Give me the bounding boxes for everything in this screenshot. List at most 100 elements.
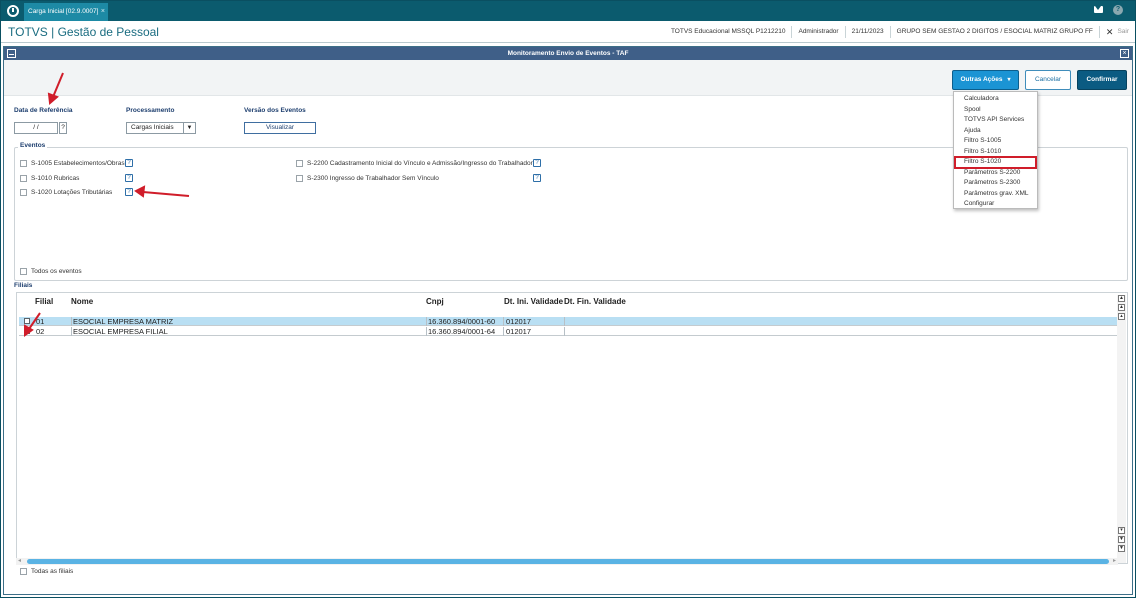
event-label-s1020: S-1020 Lotações Tributárias xyxy=(31,189,113,196)
other-actions-menu: Calculadora Spool TOTVS API Services Aju… xyxy=(953,91,1038,209)
column-header-filial[interactable]: Filial xyxy=(35,297,53,306)
scroll-down-icon[interactable]: ▾ xyxy=(1118,527,1125,534)
cell-nome: ESOCIAL EMPRESA FILIAL xyxy=(73,327,168,336)
mail-icon[interactable] xyxy=(1094,6,1103,13)
horizontal-scrollbar[interactable]: ◂ ▸ xyxy=(16,558,1118,565)
other-actions-button[interactable]: Outras Ações ▾ xyxy=(952,70,1019,90)
cancel-button[interactable]: Cancelar xyxy=(1025,70,1071,90)
event-checkbox-s1005[interactable] xyxy=(20,160,27,167)
menu-item-parametros-s2200[interactable]: Parâmetros S-2200 xyxy=(954,168,1037,179)
table-row[interactable]: 02 ESOCIAL EMPRESA FILIAL 16.360.894/000… xyxy=(19,327,1117,336)
help-icon[interactable]: ? xyxy=(533,159,541,167)
dialog-title: Monitoramento Envio de Eventos - TAF xyxy=(4,47,1132,60)
column-divider xyxy=(564,327,565,336)
cell-cnpj: 16.360.894/0001-64 xyxy=(428,327,496,336)
event-label-s1005: S-1005 Estabelecimentos/Obras xyxy=(31,160,125,167)
events-version-label: Versão dos Eventos xyxy=(244,107,306,114)
event-checkbox-s1020[interactable] xyxy=(20,189,27,196)
menu-item-calculadora[interactable]: Calculadora xyxy=(954,94,1037,105)
help-icon[interactable]: ? xyxy=(125,159,133,167)
cell-filial: 01 xyxy=(36,317,45,326)
vertical-scrollbar[interactable]: ▲ ▲ ▴ ▾ ▼ ▼ xyxy=(1117,295,1126,563)
menu-item-ajuda[interactable]: Ajuda xyxy=(954,126,1037,137)
branches-grid: Filial Nome Cnpj Dt. Ini. Validade Dt. F… xyxy=(16,292,1128,564)
scroll-up-icon[interactable]: ▴ xyxy=(1118,313,1125,320)
scroll-bottom-icon[interactable]: ▼ xyxy=(1118,545,1125,552)
event-label-s2300: S-2300 Ingresso de Trabalhador Sem Víncu… xyxy=(307,175,439,182)
menu-item-parametros-xml[interactable]: Parâmetros grav. XML xyxy=(954,189,1037,200)
help-icon[interactable]: ? xyxy=(125,188,133,196)
scroll-page-down-icon[interactable]: ▼ xyxy=(1118,536,1125,543)
exit-link[interactable]: Sair xyxy=(1115,26,1135,38)
company-label[interactable]: GRUPO SEM GESTAO 2 DIGITOS / ESOCIAL MAT… xyxy=(889,25,1099,38)
all-branches-checkbox[interactable] xyxy=(20,568,27,575)
chevron-down-icon: ▾ xyxy=(1007,77,1011,83)
column-header-dt-fin[interactable]: Dt. Fin. Validade xyxy=(564,297,626,306)
all-branches-label: Todas as filiais xyxy=(31,568,74,575)
events-dialog: Monitoramento Envio de Eventos - TAF × O… xyxy=(3,46,1133,595)
event-checkbox-s2300[interactable] xyxy=(296,175,303,182)
menu-item-filtro-s1020[interactable]: Filtro S-1020 xyxy=(954,156,1037,169)
menu-item-filtro-s1005[interactable]: Filtro S-1005 xyxy=(954,136,1037,147)
column-header-dt-ini[interactable]: Dt. Ini. Validade xyxy=(504,297,563,306)
menu-item-parametros-s2300[interactable]: Parâmetros S-2300 xyxy=(954,178,1037,189)
tab-carga-inicial[interactable]: Carga Inicial [02.9.0007] × xyxy=(24,3,108,21)
tab-close-icon[interactable]: × xyxy=(101,3,105,20)
scroll-right-icon[interactable]: ▸ xyxy=(1113,558,1116,565)
column-divider xyxy=(426,317,427,326)
help-icon[interactable]: ? xyxy=(125,174,133,182)
row-checkbox[interactable] xyxy=(24,318,30,324)
processing-select-value: Cargas Iniciais xyxy=(131,124,174,131)
top-bar: Carga Inicial [02.9.0007] × ? xyxy=(1,1,1135,21)
module-header: TOTVS | Gestão de Pessoal TOTVS Educacio… xyxy=(1,21,1135,43)
scroll-page-up-icon[interactable]: ▲ xyxy=(1118,304,1125,311)
event-checkbox-s2200[interactable] xyxy=(296,160,303,167)
events-group-title: Eventos xyxy=(18,142,48,149)
scroll-left-icon[interactable]: ◂ xyxy=(18,558,21,565)
cell-nome: ESOCIAL EMPRESA MATRIZ xyxy=(73,317,174,326)
all-events-label: Todos os eventos xyxy=(31,268,82,275)
session-info: TOTVS Educacional MSSQL P1212210 Adminis… xyxy=(665,21,1135,42)
confirm-button[interactable]: Confirmar xyxy=(1077,70,1127,90)
cell-filial: 02 xyxy=(36,327,45,336)
row-checkbox[interactable] xyxy=(24,328,30,334)
event-checkbox-s1010[interactable] xyxy=(20,175,27,182)
all-events-checkbox[interactable] xyxy=(20,268,27,275)
table-row[interactable]: 01 ESOCIAL EMPRESA MATRIZ 16.360.894/000… xyxy=(19,317,1117,326)
menu-item-api-services[interactable]: TOTVS API Services xyxy=(954,115,1037,126)
power-icon[interactable] xyxy=(7,5,19,17)
user-label: Administrador xyxy=(791,25,844,38)
tab-label: Carga Inicial [02.9.0007] xyxy=(28,8,99,15)
view-button[interactable]: Visualizar xyxy=(244,122,316,134)
cell-dt-ini: 012017 xyxy=(506,327,532,336)
menu-item-filtro-s1010[interactable]: Filtro S-1010 xyxy=(954,147,1037,158)
branches-label: Filiais xyxy=(14,282,33,289)
date-label: 21/11/2023 xyxy=(844,25,890,38)
scroll-thumb[interactable] xyxy=(27,559,1109,564)
column-header-cnpj[interactable]: Cnpj xyxy=(426,297,444,306)
cell-dt-ini: 012017 xyxy=(506,317,532,326)
help-icon[interactable]: ? xyxy=(533,174,541,182)
help-icon[interactable]: ? xyxy=(1113,5,1123,15)
other-actions-label: Outras Ações xyxy=(960,76,1003,83)
column-divider xyxy=(71,317,72,326)
dropdown-arrow-icon[interactable]: ▼ xyxy=(183,123,195,133)
processing-select[interactable]: Cargas Iniciais ▼ xyxy=(126,122,196,134)
window-icon[interactable] xyxy=(7,49,16,58)
scroll-top-icon[interactable]: ▲ xyxy=(1118,295,1125,302)
date-help-button[interactable]: ? xyxy=(59,122,67,134)
dialog-close-icon[interactable]: × xyxy=(1120,49,1129,58)
menu-item-configurar[interactable]: Configurar xyxy=(954,199,1037,210)
app-window: Carga Inicial [02.9.0007] × ? TOTVS | Ge… xyxy=(0,0,1136,598)
close-icon[interactable]: ✕ xyxy=(1098,25,1116,38)
column-divider xyxy=(503,327,504,336)
column-header-nome[interactable]: Nome xyxy=(71,297,93,306)
processing-label: Processamento xyxy=(126,107,175,114)
event-label-s1010: S-1010 Rubricas xyxy=(31,175,80,182)
menu-item-spool[interactable]: Spool xyxy=(954,105,1037,116)
column-divider xyxy=(426,327,427,336)
module-title: TOTVS | Gestão de Pessoal xyxy=(8,25,159,39)
reference-date-input[interactable]: / / xyxy=(14,122,58,134)
cell-cnpj: 16.360.894/0001-60 xyxy=(428,317,496,326)
reference-date-label: Data de Referência xyxy=(14,107,73,114)
